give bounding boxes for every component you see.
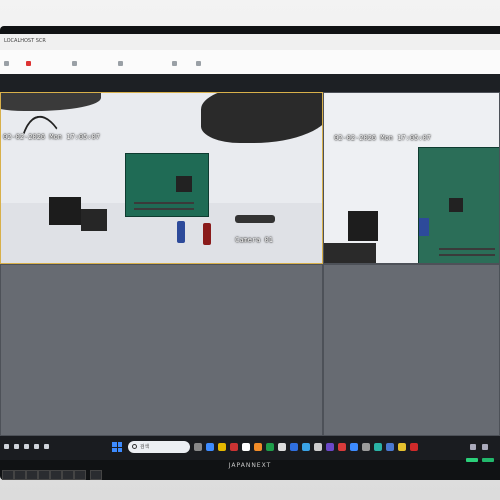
app-icon[interactable] (230, 443, 238, 451)
windows-taskbar: 검색 (0, 436, 500, 460)
app-icon[interactable] (302, 443, 310, 451)
device-icon (50, 470, 62, 480)
app-icon[interactable] (266, 443, 274, 451)
nvr-app-header (0, 74, 500, 92)
board-chip (176, 176, 192, 192)
motherboard (418, 147, 499, 263)
camera-view-2[interactable]: 02-02-2026 Mon 17:05:07 (323, 92, 500, 264)
board-chip (449, 198, 463, 212)
app-icon[interactable] (314, 443, 322, 451)
back-icon[interactable] (4, 61, 9, 66)
app-icon[interactable] (242, 443, 250, 451)
widget-icon[interactable] (44, 444, 49, 449)
board-slot (439, 254, 495, 256)
app-icon[interactable] (326, 443, 334, 451)
tab-strip: LOCALHOST SCR (0, 34, 500, 50)
bookmark-icon[interactable] (72, 61, 77, 66)
camera-view-3[interactable] (0, 264, 323, 436)
tool-holder (348, 211, 378, 241)
app-icon[interactable] (374, 443, 382, 451)
board-slot (134, 202, 194, 204)
soldering-station (324, 243, 376, 263)
device-bottom-strip (0, 468, 500, 480)
motherboard (125, 153, 209, 217)
app-icon[interactable] (410, 443, 418, 451)
widget-icon[interactable] (14, 444, 19, 449)
camera-grid: 02-02-2026 Mon 17:05:07 Camera 01 02-02-… (0, 92, 500, 436)
app-red-icon[interactable] (26, 61, 31, 66)
bookmark-icon[interactable] (118, 61, 123, 66)
device-icon (14, 470, 26, 480)
browser-toolbar (0, 56, 500, 72)
board-slot (134, 208, 194, 210)
soldering-iron (235, 215, 275, 223)
camera-view-1[interactable]: 02-02-2026 Mon 17:05:07 Camera 01 (0, 92, 323, 264)
widget-icon[interactable] (4, 444, 9, 449)
search-placeholder: 검색 (140, 444, 150, 450)
system-tray-icon[interactable] (470, 444, 476, 450)
app-icon[interactable] (338, 443, 346, 451)
device-icon (74, 470, 86, 480)
task-view-icon[interactable] (194, 443, 202, 451)
power-led (482, 458, 494, 462)
start-button-icon[interactable] (112, 442, 122, 452)
feed-timestamp: 02-02-2026 Mon 17:05:07 (3, 133, 100, 141)
board-slot (439, 248, 495, 250)
bookmark-icon[interactable] (196, 61, 201, 66)
browser-tab-title[interactable]: LOCALHOST SCR (4, 38, 46, 44)
system-tray-icon[interactable] (482, 444, 488, 450)
tool-holder (81, 209, 107, 231)
device-icon (2, 470, 14, 480)
device-icon (38, 470, 50, 480)
soldering-station (49, 197, 81, 225)
app-icon[interactable] (206, 443, 214, 451)
pliers-blue (177, 221, 185, 243)
device-icon (90, 470, 102, 480)
app-icon[interactable] (290, 443, 298, 451)
monitor-screen: LOCALHOST SCR 02-02-2026 Mon 17:05:07 Ca… (0, 34, 500, 460)
app-icon[interactable] (398, 443, 406, 451)
pliers-red (203, 223, 211, 245)
camera-view-4[interactable] (323, 264, 500, 436)
search-icon (132, 444, 137, 449)
app-icon[interactable] (278, 443, 286, 451)
taskbar-search-input[interactable]: 검색 (128, 441, 190, 453)
browser-window-bar: LOCALHOST SCR (0, 34, 500, 75)
app-icon[interactable] (350, 443, 358, 451)
power-led (466, 458, 478, 462)
bookmark-icon[interactable] (172, 61, 177, 66)
widget-icon[interactable] (24, 444, 29, 449)
io-port (419, 218, 429, 236)
app-icon[interactable] (218, 443, 226, 451)
feed-timestamp: 02-02-2026 Mon 17:05:07 (334, 134, 431, 142)
app-icon[interactable] (386, 443, 394, 451)
app-icon[interactable] (254, 443, 262, 451)
camera-label: Camera 01 (235, 236, 273, 244)
app-icon[interactable] (362, 443, 370, 451)
widget-icon[interactable] (34, 444, 39, 449)
device-icon (26, 470, 38, 480)
device-icon (62, 470, 74, 480)
